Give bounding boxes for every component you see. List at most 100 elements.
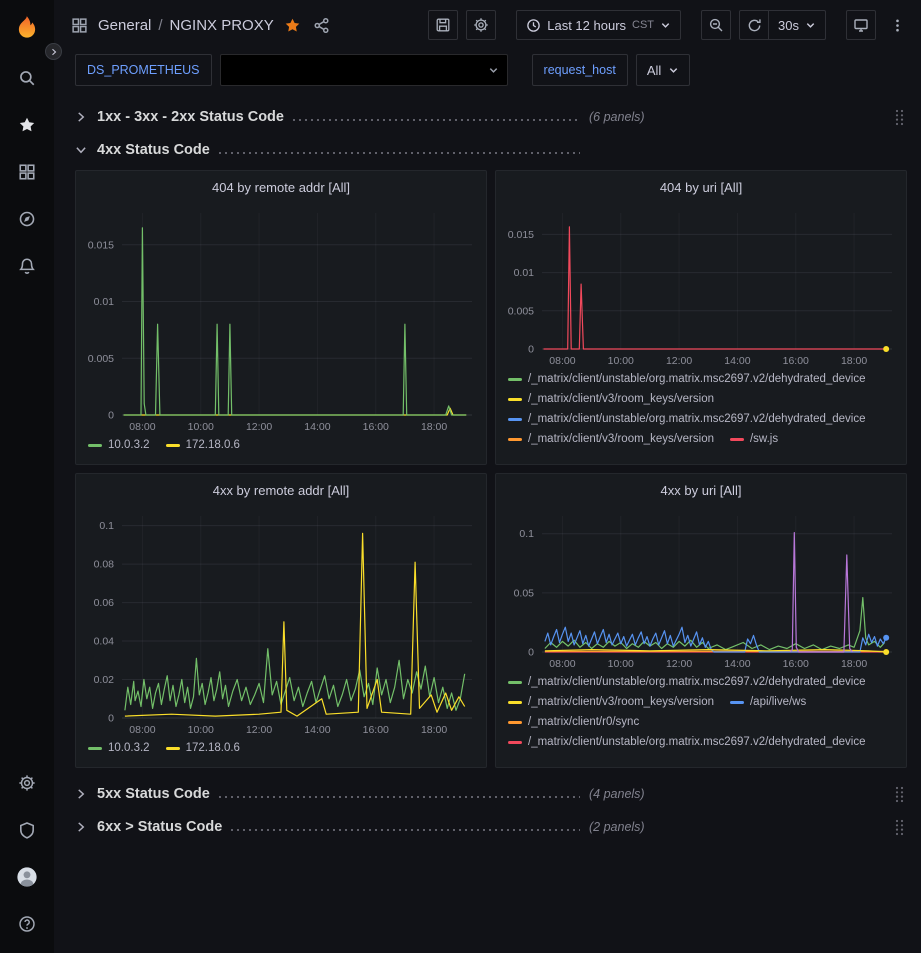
sidebar-item-profile[interactable] [0,853,54,900]
sidebar-item-search[interactable] [0,54,54,101]
help-icon [18,915,36,933]
sidebar-item-configuration[interactable] [0,759,54,806]
timezone-label: CST [632,19,654,31]
x-axis-tick-label: 18:00 [841,658,867,670]
sidebar-item-alerting[interactable] [0,242,54,289]
refresh-icon [747,18,762,33]
panel-count: (6 panels) [589,110,645,124]
row-drag-handle[interactable] [894,785,907,804]
timeseries-chart[interactable]: 08:0010:0012:0014:0016:0018:0000.050.1 [496,506,906,672]
sidebar-item-explore[interactable] [0,195,54,242]
x-axis-tick-label: 14:00 [304,724,330,736]
variable-label-datasource[interactable]: DS_PROMETHEUS [75,54,212,86]
legend-item[interactable]: 10.0.3.2 [88,438,150,452]
gear-icon [18,774,36,792]
tv-mode-button[interactable] [846,10,876,40]
x-axis-tick-label: 18:00 [421,421,447,433]
variable-label-request-host[interactable]: request_host [532,54,628,86]
time-range-picker[interactable]: Last 12 hours CST [516,10,681,40]
kebab-menu-icon [890,18,905,33]
row-drag-handle[interactable] [894,818,907,837]
refresh-button-group: 30s [739,10,826,40]
grafana-logo[interactable] [10,10,44,44]
legend-label: 10.0.3.2 [108,438,150,452]
row-1xx-3xx-2xx-status-code[interactable]: 1xx - 3xx - 2xx Status Code (6 panels) [75,103,907,131]
sidebar-item-dashboards[interactable] [0,148,54,195]
panel-title[interactable]: 404 by remote addr [All] [76,171,486,203]
legend-item[interactable]: /api/live/ws [730,695,806,709]
row-6xx-status-code[interactable]: 6xx > Status Code (2 panels) [75,813,907,841]
y-axis-tick-label: 0.08 [94,559,115,571]
series-color-swatch [166,444,180,447]
series-line [125,533,465,716]
x-axis-tick-label: 12:00 [666,658,692,670]
x-axis-tick-label: 16:00 [363,724,389,736]
request-host-selected: All [647,63,661,78]
chevron-down-icon [668,65,679,76]
legend-item[interactable]: /_matrix/client/r0/sync [508,715,639,729]
series-line [545,627,886,652]
legend-item[interactable]: /_matrix/client/v3/room_keys/version [508,695,714,709]
panel-4xx-by-uri: 4xx by uri [All] 08:0010:0012:0014:0016:… [495,473,907,768]
breadcrumb-section[interactable]: General [98,17,151,34]
legend-item[interactable]: 172.18.0.6 [166,438,240,452]
save-dashboard-button[interactable] [428,10,458,40]
y-axis-tick-label: 0.015 [88,239,114,251]
legend-item[interactable]: 10.0.3.2 [88,741,150,755]
sidebar-item-server-admin[interactable] [0,806,54,853]
legend-item[interactable]: /_matrix/client/v3/room_keys/version [508,432,714,446]
panel-title[interactable]: 4xx by remote addr [All] [76,474,486,506]
more-options-button[interactable] [886,10,909,40]
series-point [883,346,889,352]
dashboard-settings-button[interactable] [466,10,496,40]
row-5xx-status-code[interactable]: 5xx Status Code (4 panels) [75,780,907,808]
legend-item[interactable]: /_matrix/client/unstable/org.matrix.msc2… [508,412,866,426]
row-drag-handle[interactable] [894,108,907,127]
panel-404-by-remote-addr: 404 by remote addr [All] 08:0010:0012:00… [75,170,487,465]
chevron-down-icon [805,20,816,31]
variable-value-datasource[interactable] [220,54,508,86]
main-area: General / NGINX PROXY [54,0,921,953]
series-point [883,649,889,655]
x-axis-tick-label: 08:00 [549,355,575,367]
panel-title[interactable]: 404 by uri [All] [496,171,906,203]
breadcrumb-dashboard-title[interactable]: NGINX PROXY [170,17,274,34]
sidebar-item-help[interactable] [0,900,54,947]
x-axis-tick-label: 10:00 [608,355,634,367]
x-axis-tick-label: 16:00 [363,421,389,433]
panel-title[interactable]: 4xx by uri [All] [496,474,906,506]
series-color-swatch [730,438,744,441]
timeseries-chart[interactable]: 08:0010:0012:0014:0016:0018:0000.0050.01… [76,203,486,435]
timeseries-chart[interactable]: 08:0010:0012:0014:0016:0018:0000.0050.01… [496,203,906,369]
timeseries-chart[interactable]: 08:0010:0012:0014:0016:0018:0000.020.040… [76,506,486,738]
zoom-out-icon [708,17,724,33]
favorite-star-icon[interactable] [284,17,301,34]
sidebar-expand-button[interactable] [45,43,62,60]
share-icon[interactable] [313,17,330,34]
y-axis-tick-label: 0 [108,713,114,725]
chevron-right-icon [75,111,97,123]
legend-item[interactable]: /_matrix/client/unstable/org.matrix.msc2… [508,372,866,386]
app: General / NGINX PROXY [0,0,921,953]
refresh-interval-picker[interactable]: 30s [769,10,826,40]
series-color-swatch [508,721,522,724]
row-title-group: 6xx > Status Code [97,819,589,835]
shield-icon [18,821,36,839]
row-4xx-status-code[interactable]: 4xx Status Code [75,136,907,164]
sidebar-item-starred[interactable] [0,101,54,148]
legend-item[interactable]: 172.18.0.6 [166,741,240,755]
legend-item[interactable]: /_matrix/client/unstable/org.matrix.msc2… [508,675,866,689]
legend-item[interactable]: /sw.js [730,432,778,446]
x-axis-tick-label: 18:00 [841,355,867,367]
y-axis-tick-label: 0 [528,647,534,659]
variable-value-request-host[interactable]: All [636,54,690,86]
chevron-down-icon [660,20,671,31]
monitor-icon [853,17,869,33]
y-axis-tick-label: 0.1 [99,520,114,532]
refresh-button[interactable] [739,10,769,40]
panel-count: (4 panels) [589,787,645,801]
legend-item[interactable]: /_matrix/client/unstable/org.matrix.msc2… [508,735,866,749]
row-title: 1xx - 3xx - 2xx Status Code [97,109,284,125]
zoom-out-time-button[interactable] [701,10,731,40]
legend-item[interactable]: /_matrix/client/v3/room_keys/version [508,392,714,406]
